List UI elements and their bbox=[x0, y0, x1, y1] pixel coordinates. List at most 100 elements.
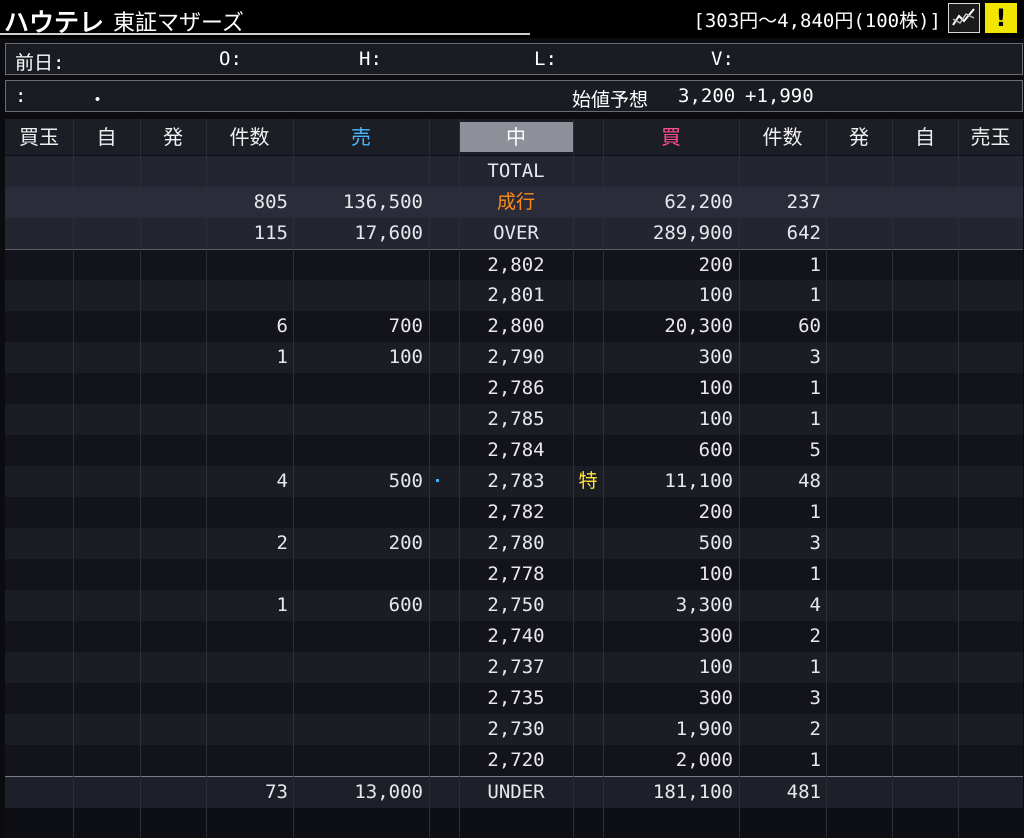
special-quote-mark bbox=[573, 435, 603, 466]
order-book-board: 買玉 自 発 件数 売 中 買 件数 発 自 売玉 TOTAL 805 136,50… bbox=[5, 119, 1023, 838]
price-cell[interactable]: 2,780 bbox=[459, 528, 573, 559]
forecast-info-bar: : ・ 始値予想 3,200 +1,990 bbox=[5, 80, 1023, 112]
table-row[interactable]: 2,786 100 1 bbox=[5, 373, 1023, 404]
table-row[interactable]: 1 600 2,750 3,300 4 bbox=[5, 590, 1023, 621]
price-cell[interactable]: 2,786 bbox=[459, 373, 573, 404]
price-cell[interactable]: TOTAL bbox=[459, 156, 573, 187]
buy-count-cell: 1 bbox=[809, 749, 821, 771]
price-cell[interactable]: 2,740 bbox=[459, 621, 573, 652]
table-row[interactable]: 2,740 300 2 bbox=[5, 621, 1023, 652]
table-row[interactable]: 2,782 200 1 bbox=[5, 497, 1023, 528]
price-cell[interactable]: 成行 bbox=[459, 187, 573, 218]
sell-qty-cell: 17,600 bbox=[354, 222, 423, 244]
buy-count-cell: 48 bbox=[798, 470, 821, 492]
buy-count-cell: 1 bbox=[809, 563, 821, 585]
price-cell[interactable]: 2,720 bbox=[459, 745, 573, 776]
table-row[interactable]: 2,730 1,900 2 bbox=[5, 714, 1023, 745]
table-row[interactable]: TOTAL bbox=[5, 156, 1023, 187]
table-row[interactable]: 2 200 2,780 500 3 bbox=[5, 528, 1023, 559]
table-row[interactable]: 1 100 2,790 300 3 bbox=[5, 342, 1023, 373]
buy-qty-cell: 100 bbox=[698, 408, 733, 430]
price-info-bar: 前日: O: H: L: V: bbox=[5, 43, 1023, 75]
table-row[interactable]: 2,784 600 5 bbox=[5, 435, 1023, 466]
price-cell[interactable]: 2,730 bbox=[459, 714, 573, 745]
buy-qty-cell: 100 bbox=[698, 284, 733, 306]
table-row[interactable]: 2,801 100 1 bbox=[5, 280, 1023, 311]
chart-button[interactable] bbox=[948, 3, 980, 33]
price-cell[interactable]: OVER bbox=[459, 218, 573, 249]
buy-qty-cell: 3,300 bbox=[675, 594, 733, 616]
sell-count-cell bbox=[206, 745, 288, 776]
price-cell[interactable]: 2,790 bbox=[459, 342, 573, 373]
table-row[interactable]: 73 13,000 UNDER 181,100 481 bbox=[5, 776, 1023, 808]
buy-qty-cell: 2,000 bbox=[675, 749, 733, 771]
col-header-proprietary-right[interactable]: 自 bbox=[892, 119, 958, 155]
buy-qty-cell: 200 bbox=[698, 501, 733, 523]
special-quote-mark bbox=[573, 342, 603, 373]
sell-count-cell bbox=[206, 280, 288, 311]
low-label: L: bbox=[534, 48, 557, 70]
table-row[interactable]: 2,720 2,000 1 bbox=[5, 745, 1023, 776]
price-cell[interactable]: 2,735 bbox=[459, 683, 573, 714]
table-row[interactable]: 115 17,600 OVER 289,900 642 bbox=[5, 218, 1023, 249]
table-row[interactable]: 2,802 200 1 bbox=[5, 249, 1023, 281]
buy-count-cell: 1 bbox=[809, 377, 821, 399]
col-header-sell-count[interactable]: 件数 bbox=[206, 119, 293, 155]
divider bbox=[573, 119, 574, 838]
price-cell[interactable]: UNDER bbox=[459, 777, 573, 808]
alert-button[interactable]: ! bbox=[985, 3, 1017, 33]
col-header-order-right[interactable]: 発 bbox=[826, 119, 892, 155]
col-header-price[interactable]: 中 bbox=[459, 122, 573, 152]
buy-count-cell: 1 bbox=[809, 656, 821, 678]
col-header-order-left[interactable]: 発 bbox=[140, 119, 206, 155]
buy-qty-cell: 11,100 bbox=[664, 470, 733, 492]
price-cell[interactable]: 2,737 bbox=[459, 652, 573, 683]
col-header-sell[interactable]: 売 bbox=[293, 119, 429, 155]
sell-qty-cell bbox=[293, 404, 423, 435]
special-quote-mark bbox=[573, 156, 603, 187]
sell-count-cell bbox=[206, 621, 288, 652]
buy-qty-cell: 600 bbox=[698, 439, 733, 461]
divider bbox=[739, 119, 740, 838]
col-header-proprietary-left[interactable]: 自 bbox=[73, 119, 140, 155]
divider bbox=[459, 119, 460, 838]
col-header-buy[interactable]: 買 bbox=[603, 119, 739, 155]
sell-qty-cell bbox=[293, 250, 423, 281]
table-row[interactable]: 2,735 300 3 bbox=[5, 683, 1023, 714]
price-cell[interactable]: 2,801 bbox=[459, 280, 573, 311]
buy-qty-cell: 100 bbox=[698, 563, 733, 585]
buy-count-cell: 3 bbox=[809, 346, 821, 368]
col-header-buy-position[interactable]: 買玉 bbox=[5, 119, 73, 155]
special-quote-mark bbox=[573, 250, 603, 281]
price-cell[interactable]: 2,778 bbox=[459, 559, 573, 590]
price-cell[interactable]: 2,782 bbox=[459, 497, 573, 528]
col-header-sell-position[interactable]: 売玉 bbox=[958, 119, 1023, 155]
special-quote-mark bbox=[573, 745, 603, 776]
buy-qty-cell: 200 bbox=[698, 254, 733, 276]
price-cell[interactable]: 2,800 bbox=[459, 311, 573, 342]
price-cell[interactable]: 2,802 bbox=[459, 250, 573, 281]
buy-count-cell: 481 bbox=[786, 781, 821, 803]
price-cell[interactable]: 2,785 bbox=[459, 404, 573, 435]
table-row[interactable]: 2,778 100 1 bbox=[5, 559, 1023, 590]
table-row[interactable]: 6 700 2,800 20,300 60 bbox=[5, 311, 1023, 342]
table-row[interactable]: 4 500 2,783 特 11,100 48 bbox=[5, 466, 1023, 497]
col-header-buy-count[interactable]: 件数 bbox=[739, 119, 826, 155]
sell-qty-cell: 500 bbox=[388, 470, 423, 492]
special-quote-mark bbox=[573, 373, 603, 404]
buy-qty-cell: 181,100 bbox=[652, 781, 733, 803]
table-row[interactable]: 2,737 100 1 bbox=[5, 652, 1023, 683]
price-cell[interactable]: 2,784 bbox=[459, 435, 573, 466]
sell-qty-cell bbox=[293, 497, 423, 528]
buy-count-cell: 1 bbox=[809, 284, 821, 306]
table-row[interactable]: 805 136,500 成行 62,200 237 bbox=[5, 187, 1023, 218]
sell-count-cell bbox=[206, 156, 288, 187]
special-quote-mark bbox=[573, 528, 603, 559]
price-cell[interactable]: 2,783 bbox=[459, 466, 573, 497]
price-cell[interactable]: 2,750 bbox=[459, 590, 573, 621]
sell-count-cell: 1 bbox=[276, 346, 288, 368]
sell-marker-dot bbox=[436, 479, 439, 482]
table-row[interactable]: 2,785 100 1 bbox=[5, 404, 1023, 435]
sell-count-cell: 2 bbox=[276, 532, 288, 554]
buy-count-cell: 3 bbox=[809, 687, 821, 709]
